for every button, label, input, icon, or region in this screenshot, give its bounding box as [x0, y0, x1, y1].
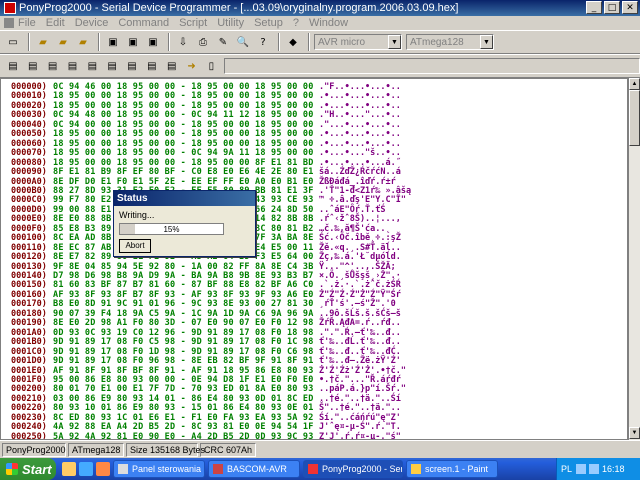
scroll-up-icon[interactable]: ▲ [629, 78, 640, 90]
menu-utility[interactable]: Utility [217, 17, 244, 29]
document-icon[interactable]: ▯ [202, 57, 220, 75]
window-controls: _ □ ✕ [586, 1, 638, 14]
dialog-message: Writing... [119, 210, 155, 220]
app-icon [4, 2, 16, 14]
toolbar-separator [278, 33, 280, 51]
ponyprog-icon [308, 464, 318, 474]
hex-ascii[interactable]: Z'J'.ŕ.ŕ¤-µ-."ś" [319, 432, 401, 439]
network-icon[interactable] [576, 464, 587, 474]
open-data-icon[interactable]: ▰ [74, 33, 92, 51]
command-toolbar: ▤ ▤ ▤ ▤ ▤ ▤ ▤ ▤ ▤ ➜ ▯ [0, 54, 640, 78]
progress-text: 15% [163, 225, 180, 234]
open-folder-icon[interactable]: ▰ [34, 33, 52, 51]
write-icon[interactable]: ✎ [214, 33, 232, 51]
new-icon[interactable]: ▭ [4, 33, 22, 51]
paint-icon [411, 464, 421, 474]
start-button[interactable]: Start [0, 458, 56, 480]
write-data-icon[interactable]: ▤ [163, 57, 181, 75]
hex-bytes[interactable]: 5A 92 4A 92 81 E0 90 E0 - A4 2D B5 2D 0D… [53, 432, 314, 439]
read-icon[interactable]: ⇩ [174, 33, 192, 51]
open-program-icon[interactable]: ▰ [54, 33, 72, 51]
document-icon [4, 18, 14, 28]
program-icon[interactable]: ▤ [83, 57, 101, 75]
quick-launch [62, 462, 110, 476]
verify-all-icon[interactable]: ▤ [44, 57, 62, 75]
toolbar-separator [98, 33, 100, 51]
chip-icon[interactable]: ◆ [284, 33, 302, 51]
language-indicator[interactable]: PL [561, 464, 572, 474]
chevron-down-icon[interactable]: ▼ [480, 35, 493, 49]
menu-edit[interactable]: Edit [46, 17, 65, 29]
windows-flag-icon [6, 463, 18, 475]
menu-device[interactable]: Device [75, 17, 109, 29]
show-desktop-icon[interactable] [62, 462, 76, 476]
clock: 16:18 [602, 464, 625, 474]
title-bar[interactable]: PonyProg2000 - Serial Device Programmer … [0, 0, 640, 16]
erase-icon[interactable]: ▤ [64, 57, 82, 75]
read-data-icon[interactable]: ▤ [143, 57, 161, 75]
close-button[interactable]: ✕ [622, 1, 638, 14]
status-dialog: Status Writing... 15% Abort [113, 190, 256, 257]
arrow-right-icon[interactable]: ➜ [183, 57, 201, 75]
control-panel-icon [118, 464, 128, 474]
taskbar: Start Panel sterowania BASCOM-AVR PonyPr… [0, 458, 640, 480]
scroll-thumb[interactable] [629, 90, 640, 146]
verify-icon[interactable]: 🔍 [234, 33, 252, 51]
toolbar-separator [168, 33, 170, 51]
task-ponyprog[interactable]: PonyProg2000 - Seria... [303, 460, 403, 478]
menu-bar: File Edit Device Command Script Utility … [0, 16, 640, 30]
help-icon[interactable]: ? [254, 33, 272, 51]
status-device: ATmega128 [68, 442, 124, 457]
device-family-select[interactable]: AVR micro ▼ [314, 34, 402, 50]
write-program-icon[interactable]: ▤ [123, 57, 141, 75]
volume-icon[interactable] [589, 464, 600, 474]
abort-button[interactable]: Abort [119, 239, 151, 253]
menu-setup[interactable]: Setup [254, 17, 283, 29]
dialog-title[interactable]: Status [114, 191, 255, 206]
task-bascom[interactable]: BASCOM-AVR [208, 460, 300, 478]
save-program-icon[interactable]: ▣ [124, 33, 142, 51]
status-bar: PonyProg2000 ATmega128 Size 135168 Bytes… [0, 440, 640, 458]
window-title: PonyProg2000 - Serial Device Programmer … [19, 2, 459, 14]
menu-command[interactable]: Command [118, 17, 169, 29]
browser-icon[interactable] [79, 462, 93, 476]
status-size: Size 135168 Bytes [126, 442, 205, 457]
chevron-down-icon[interactable]: ▼ [388, 35, 401, 49]
maximize-button[interactable]: □ [604, 1, 620, 14]
hex-address: 000250) [11, 431, 47, 440]
main-toolbar: ▭ ▰ ▰ ▰ ▣ ▣ ▣ ⇩ ⎙ ✎ 🔍 ? ◆ AVR micro ▼ AT… [0, 30, 640, 54]
print-icon[interactable]: ⎙ [194, 33, 212, 51]
menu-script[interactable]: Script [179, 17, 207, 29]
read-all-icon[interactable]: ▤ [4, 57, 22, 75]
device-type-select[interactable]: ATmega128 ▼ [406, 34, 494, 50]
save-icon[interactable]: ▣ [104, 33, 122, 51]
write-all-icon[interactable]: ▤ [24, 57, 42, 75]
read-program-icon[interactable]: ▤ [103, 57, 121, 75]
task-panel-sterowania[interactable]: Panel sterowania [113, 460, 205, 478]
menu-file[interactable]: File [18, 17, 36, 29]
progress-bar: 15% [119, 223, 224, 235]
toolbar-separator [28, 33, 30, 51]
menu-help[interactable]: ? [293, 17, 299, 29]
task-paint[interactable]: screen.1 - Paint [406, 460, 498, 478]
toolbar-separator [308, 33, 310, 51]
menu-window[interactable]: Window [309, 17, 348, 29]
save-data-icon[interactable]: ▣ [144, 33, 162, 51]
status-app: PonyProg2000 [2, 442, 66, 457]
system-tray: PL 16:18 [556, 458, 640, 480]
scroll-down-icon[interactable]: ▼ [629, 427, 640, 439]
vertical-scrollbar[interactable]: ▲ ▼ [628, 78, 640, 440]
minimize-button[interactable]: _ [586, 1, 602, 14]
bascom-icon [213, 464, 223, 474]
status-crc: CRC 607Ah [200, 442, 256, 457]
note-field[interactable] [224, 58, 640, 74]
hex-editor[interactable]: 000000) 0C 94 46 00 18 95 00 00 - 18 95 0… [0, 78, 628, 440]
mail-icon[interactable] [96, 462, 110, 476]
